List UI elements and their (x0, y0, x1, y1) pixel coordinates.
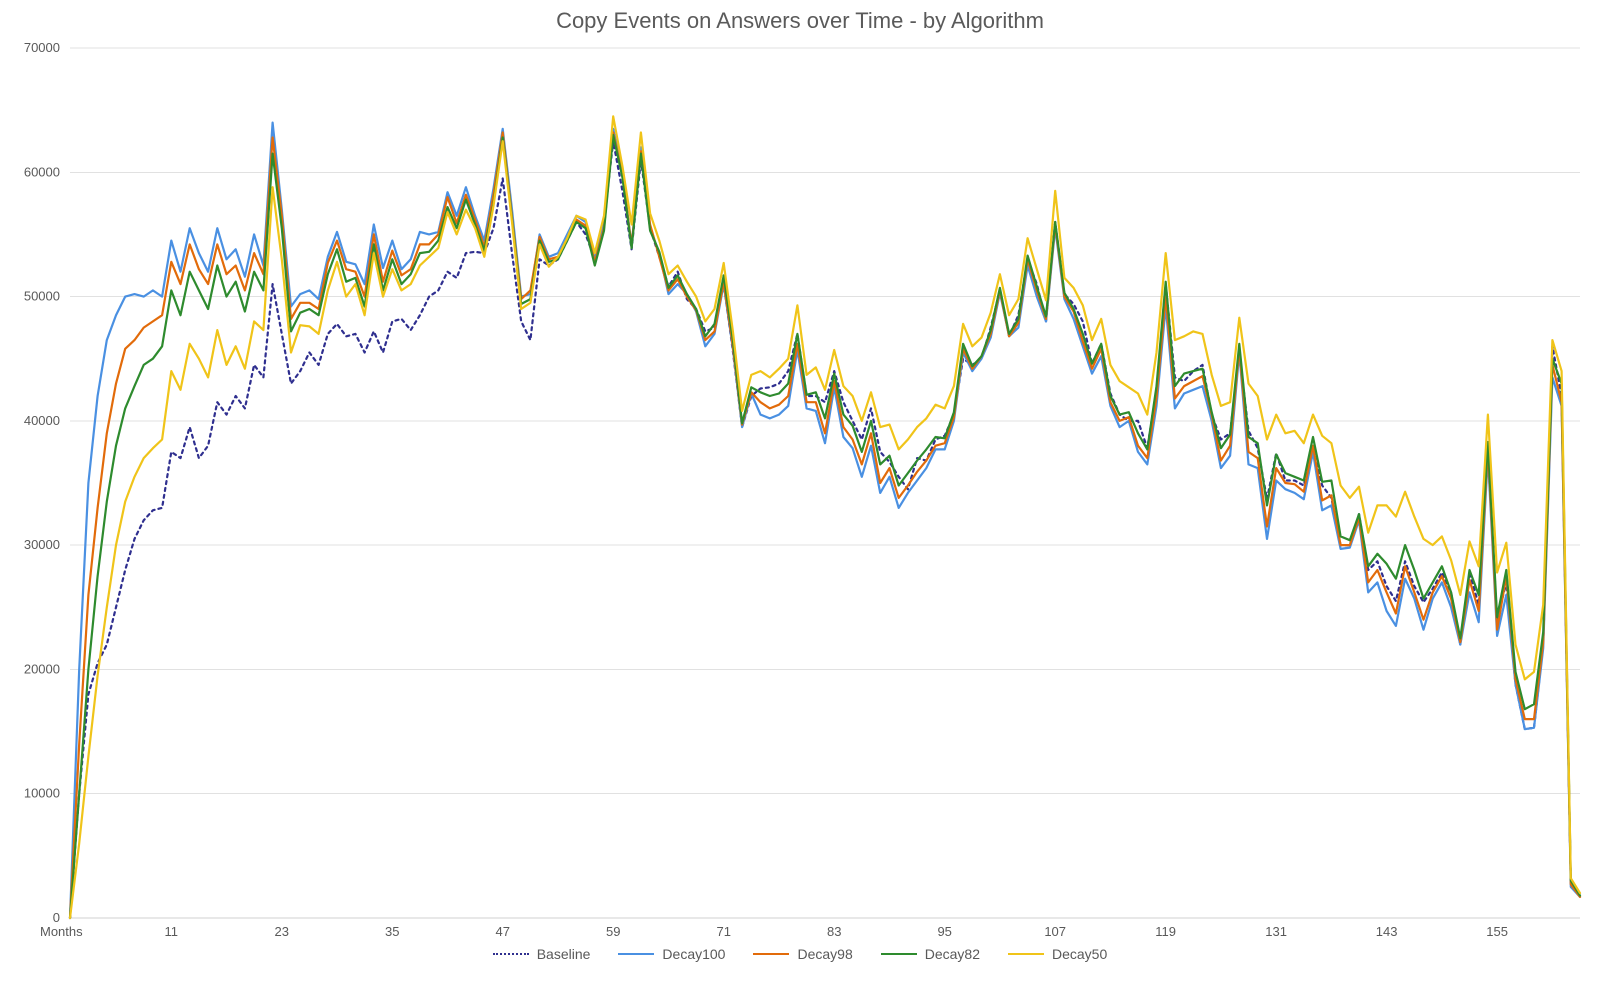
x-tick-label: 131 (1265, 924, 1287, 939)
x-tick-label: 143 (1376, 924, 1398, 939)
legend-label: Decay98 (797, 946, 852, 962)
x-tick-label: 11 (165, 924, 179, 939)
x-tick-label: 95 (937, 924, 951, 939)
legend-item-Decay50: Decay50 (1008, 946, 1107, 962)
x-tick-label: 119 (1155, 924, 1176, 939)
chart-container: Copy Events on Answers over Time - by Al… (0, 0, 1600, 984)
x-tick-label: 59 (606, 924, 620, 939)
legend-item-Baseline: Baseline (493, 946, 591, 962)
y-tick-label: 70000 (24, 40, 60, 55)
y-tick-label: 30000 (24, 537, 60, 552)
series-Decay50 (70, 116, 1580, 918)
x-tick-label: 71 (716, 924, 730, 939)
series-Decay82 (70, 135, 1580, 918)
legend-item-Decay100: Decay100 (618, 946, 725, 962)
x-tick-label: 47 (496, 924, 510, 939)
legend-swatch (1008, 953, 1044, 955)
legend-item-Decay82: Decay82 (881, 946, 980, 962)
x-tick-label: 107 (1044, 924, 1066, 939)
legend-item-Decay98: Decay98 (753, 946, 852, 962)
legend-swatch (618, 953, 654, 955)
legend-label: Decay82 (925, 946, 980, 962)
chart-svg: 0 10000 20000 30000 40000 50000 60000 70000 11 23… (0, 0, 1600, 984)
y-tick-label: 10000 (24, 786, 60, 801)
legend: Baseline Decay100 Decay98 Decay82 Decay50 (0, 942, 1600, 962)
series-Decay100 (70, 123, 1580, 918)
legend-swatch (881, 953, 917, 955)
legend-label: Baseline (537, 946, 591, 962)
y-tick-label: 0 (53, 910, 60, 925)
x-tick-label: 35 (385, 924, 399, 939)
x-tick-label: 23 (275, 924, 289, 939)
x-axis-title: Months (40, 924, 83, 939)
y-tick-label: 20000 (24, 661, 60, 676)
legend-swatch (753, 953, 789, 955)
legend-label: Decay50 (1052, 946, 1107, 962)
legend-label: Decay100 (662, 946, 725, 962)
series-Decay98 (70, 133, 1580, 919)
legend-swatch (493, 953, 529, 955)
y-tick-label: 40000 (24, 413, 60, 428)
x-tick-label: 155 (1486, 924, 1508, 939)
x-tick-label: 83 (827, 924, 841, 939)
y-tick-label: 50000 (24, 289, 60, 304)
y-tick-label: 60000 (24, 164, 60, 179)
